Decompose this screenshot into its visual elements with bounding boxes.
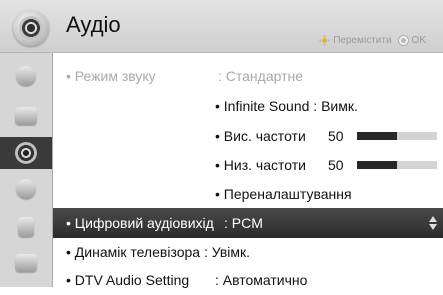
navigation-hint: Перемістити OK	[319, 35, 426, 46]
bass-value: 50	[328, 157, 344, 173]
hint-ok-label: OK	[411, 35, 426, 46]
navigation-arrows-icon	[319, 35, 331, 46]
up-down-arrows-icon	[429, 216, 437, 230]
sidebar-item-time[interactable]	[3, 173, 49, 205]
treble-label: • Вис. частоти	[215, 128, 306, 144]
display-icon	[15, 107, 37, 125]
infinite-sound-label: • Infinite Sound : Вимк.	[215, 98, 358, 114]
audio-settings-panel: Аудіо Перемістити OK • Режим звуку: Ста…	[0, 0, 443, 288]
treble-value: 50	[328, 128, 344, 144]
sound-mode-label: • Режим звуку	[66, 68, 156, 84]
sidebar-item-picture[interactable]	[3, 60, 49, 92]
clock-icon	[16, 179, 36, 199]
sidebar-item-audio[interactable]	[0, 137, 52, 169]
sidebar-item-options[interactable]	[3, 247, 49, 279]
speaker-icon	[13, 10, 49, 46]
bass-slider[interactable]	[357, 161, 437, 169]
options-icon	[15, 254, 37, 272]
hint-move-label: Перемістити	[333, 35, 392, 46]
dtv-audio-value: : Автоматично	[215, 272, 308, 288]
sidebar-item-lock[interactable]	[3, 211, 49, 243]
menu-item-infinite-sound[interactable]: • Infinite Sound : Вимк.	[53, 91, 443, 121]
page-title: Аудіо	[66, 12, 121, 37]
ok-button-icon	[397, 35, 409, 46]
sidebar-item-display[interactable]	[3, 100, 49, 132]
dtv-audio-label: • DTV Audio Setting	[66, 272, 190, 288]
settings-sidebar	[0, 53, 53, 287]
treble-slider-fill	[357, 132, 397, 140]
bass-slider-fill	[357, 161, 397, 169]
menu-item-treble[interactable]: • Вис. частоти 50	[53, 121, 443, 151]
picture-settings-icon	[16, 66, 36, 86]
treble-slider[interactable]	[357, 132, 437, 140]
bass-label: • Низ. частоти	[215, 157, 306, 173]
sound-mode-value: : Стандартне	[218, 68, 304, 84]
menu-item-dtv-audio[interactable]: • DTV Audio Setting : Автоматично	[53, 265, 443, 295]
audio-menu-list: • Режим звуку : Стандартне • Infinite So…	[53, 53, 443, 288]
menu-header: Аудіо Перемістити OK	[0, 0, 443, 53]
menu-item-sound-mode[interactable]: • Режим звуку : Стандартне	[53, 61, 443, 91]
menu-item-bass[interactable]: • Низ. частоти 50	[53, 150, 443, 180]
lock-icon	[18, 217, 34, 237]
digital-audio-out-label: • Цифровий аудіовихід	[66, 215, 214, 231]
audio-icon	[15, 142, 37, 164]
tv-speaker-label: • Динамік телевізора : Увімк.	[66, 244, 251, 260]
menu-item-digital-audio-out[interactable]: • Цифровий аудіовихід : PCM	[53, 208, 443, 238]
menu-item-reset[interactable]: • Переналаштування	[53, 179, 443, 209]
menu-item-tv-speaker[interactable]: • Динамік телевізора : Увімк.	[53, 237, 443, 267]
reset-label: • Переналаштування	[215, 186, 352, 202]
digital-audio-out-value: : PCM	[224, 215, 263, 231]
